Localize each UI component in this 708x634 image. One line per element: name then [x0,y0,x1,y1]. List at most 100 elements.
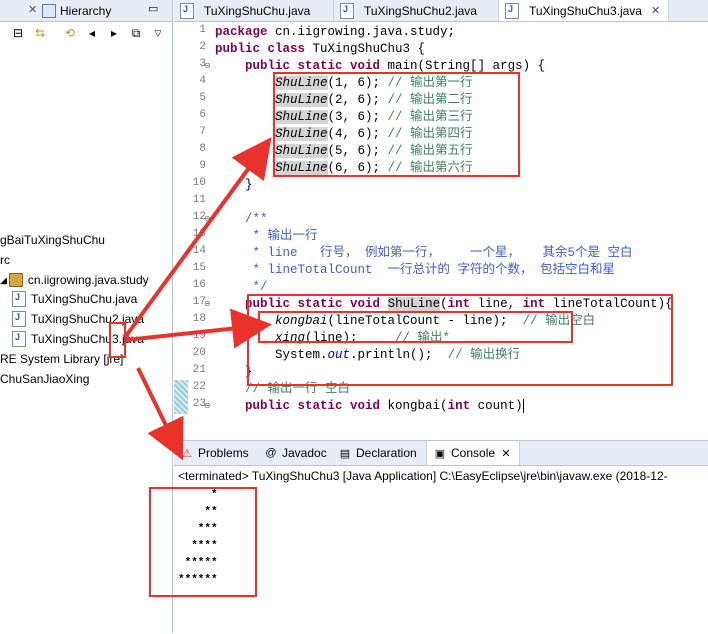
tab-tuxingshuchu2[interactable]: TuXingShuChu2.java [334,0,499,21]
code-line: public class TuXingShuChu3 { [215,41,425,58]
tree-item-file-1[interactable]: TuXingShuChu.java [12,289,137,309]
console-panel: ⚠ Problems @ Javadoc ▤ Declaration ▣ Con… [174,440,708,634]
line-number: 15 [192,262,206,274]
code-text: (5, 6); [327,144,388,158]
console-icon: ▣ [434,447,446,460]
tab-console[interactable]: ▣ Console ✕ [426,441,521,465]
code-line: package cn.iigrowing.java.study; [215,24,455,41]
code-text: ( [440,297,448,311]
line-number: 19 [192,330,206,342]
tree-item-label: TuXingShuChu3.java [31,332,144,346]
tab-label: TuXingShuChu3.java [529,3,642,18]
tab-label: Declaration [356,446,417,460]
code-line: System.out.println(); // 输出换行 [215,347,520,364]
tree-item-project[interactable]: gBaiTuXingShuChu [0,230,105,250]
java-file-icon [505,2,519,19]
javadoc: * line 行号， 例如第一行， 一个星， 其余5个是 空白 [245,246,633,260]
tab-tuxingshuchu[interactable]: TuXingShuChu.java [174,0,334,21]
code-line: public static void ShuLine(int line, int… [215,296,673,313]
close-tab-icon[interactable]: ✕ [499,446,513,460]
tree-item-src[interactable]: rc [0,250,10,270]
link-editor-icon[interactable]: ⇆ [32,25,48,41]
line-number-gutter: 1 2 3 4 5 6 7 8 9 10 11 12 13 14 15 16 17 18 19 20 21 22 23 ⊖ ⊖ ⊖… [174,22,214,438]
code-line: */ [215,279,268,296]
line-number: 16 [192,279,206,291]
code-text: lineTotalCount){ [545,297,673,311]
code-line: kongbai(lineTotalCount - line); // 输出空白 [215,313,595,330]
code-line: * line 行号， 例如第一行， 一个星， 其余5个是 空白 [215,245,633,262]
tab-declaration[interactable]: ▤ Declaration [332,441,423,465]
console-output-line: * [178,489,218,501]
code-line: /** [215,211,268,228]
tab-problems[interactable]: ⚠ Problems [174,441,255,465]
filter-icon[interactable]: ⧉ [128,25,144,41]
javadoc: * 输出一行 [245,229,318,243]
code-editor: TuXingShuChu.java TuXingShuChu2.java TuX… [174,0,708,438]
line-number: 22 [192,381,206,393]
console-output-line: **** [178,540,218,552]
code-line: } [215,177,253,194]
fold-icon[interactable]: ⊖ [204,214,211,223]
close-tab-icon[interactable]: ✕ [651,4,660,17]
back-icon[interactable]: ◂ [84,25,100,41]
java-file-icon [340,2,354,19]
tree-item-file-3[interactable]: TuXingShuChu3.java [12,329,144,349]
code-line: ShuLine(3, 6); // 输出第三行 [215,109,473,126]
at-icon: @ [265,447,277,459]
code-text: (6, 6); [327,161,388,175]
view-menu-icon[interactable]: ▽ [150,25,166,41]
comment: // 输出第一行 [387,76,473,90]
method-call: ShuLine [275,110,328,124]
line-number: 6 [199,109,206,121]
refresh-icon[interactable]: ⟲ [62,25,78,41]
method-call: xing [275,331,306,345]
method-call: ShuLine [275,144,328,158]
tree-item-file-2[interactable]: TuXingShuChu2.java [12,309,144,329]
fold-icon[interactable]: ⊖ [204,61,211,70]
javadoc: */ [245,280,268,294]
code-text: (2, 6); [327,93,388,107]
code-text: cn.iigrowing.java.study; [267,25,456,39]
line-number: 2 [199,41,206,53]
javadoc: /** [245,212,268,226]
tree-item-package[interactable]: ◢ cn.iigrowing.java.study [0,270,149,290]
declaration-icon: ▤ [339,447,351,460]
tree-item-label: rc [0,253,10,267]
line-number: 20 [192,347,206,359]
console-output-line: ***** [178,557,218,569]
java-file-icon [180,2,194,19]
problems-icon: ⚠ [182,447,192,460]
tree-item-label: cn.iigrowing.java.study [27,273,149,287]
keyword: public static void [245,297,381,311]
code-text: .println(); [350,348,448,362]
code-line: ShuLine(4, 6); // 输出第四行 [215,126,473,143]
line-number: 10 [192,177,206,189]
tree-item-jre[interactable]: RE System Library [jre] [0,349,123,369]
method-call: kongbai [275,314,328,328]
method-call: ShuLine [275,76,328,90]
change-marker [174,380,188,414]
forward-icon[interactable]: ▸ [106,25,122,41]
method-call: ShuLine [275,161,328,175]
expand-icon[interactable]: ◢ [0,275,7,286]
code-text: (3, 6); [327,110,388,124]
close-icon[interactable]: ✕ [28,3,37,16]
left-tab-bar: ✕ Hierarchy ▭ [0,0,172,22]
comment: // 输出第二行 [387,93,473,107]
fold-icon[interactable]: ⊖ [204,299,211,308]
minimize-icon[interactable]: ▭ [148,2,158,15]
keyword: int [447,297,471,311]
tree-item-project-2[interactable]: ChuSanJiaoXing [0,369,89,389]
code-area[interactable]: package cn.iigrowing.java.study; public … [215,22,708,438]
fold-icon[interactable]: ⊖ [204,401,211,410]
code-line: xing(line); // 输出* [215,330,450,347]
tab-javadoc[interactable]: @ Javadoc [258,441,333,465]
tab-label: Console [451,446,496,460]
editor-tab-bar: TuXingShuChu.java TuXingShuChu2.java TuX… [174,0,708,22]
tab-label: TuXingShuChu.java [204,3,311,18]
tab-hierarchy-label: Hierarchy [60,3,112,18]
code-text: (line); [305,331,396,345]
tree-item-label: RE System Library [jre] [0,352,124,366]
tab-tuxingshuchu3[interactable]: TuXingShuChu3.java ✕ [499,0,669,21]
collapse-all-icon[interactable]: ⊟ [10,25,26,41]
